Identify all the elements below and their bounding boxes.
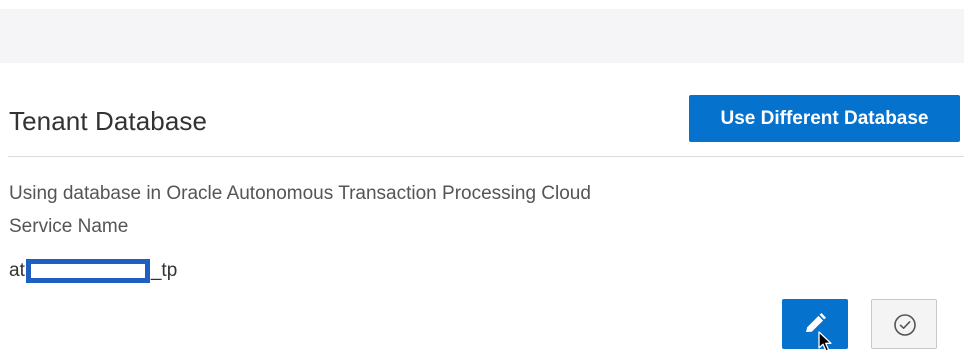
mouse-cursor-icon	[818, 331, 832, 352]
confirm-button[interactable]	[871, 299, 937, 349]
service-name-prefix: at	[9, 260, 25, 281]
service-name-suffix: _tp	[150, 260, 178, 281]
page-title: Tenant Database	[9, 106, 208, 136]
check-circle-icon	[894, 314, 916, 336]
service-name-value: at _tp	[9, 258, 177, 284]
database-description: Using database in Oracle Autonomous Tran…	[9, 183, 591, 204]
divider	[8, 156, 964, 157]
edit-button[interactable]	[782, 299, 848, 349]
use-different-database-button[interactable]: Use Different Database	[689, 95, 960, 142]
service-name-label: Service Name	[9, 216, 129, 237]
top-banner	[0, 9, 964, 63]
redacted-block	[25, 259, 150, 283]
